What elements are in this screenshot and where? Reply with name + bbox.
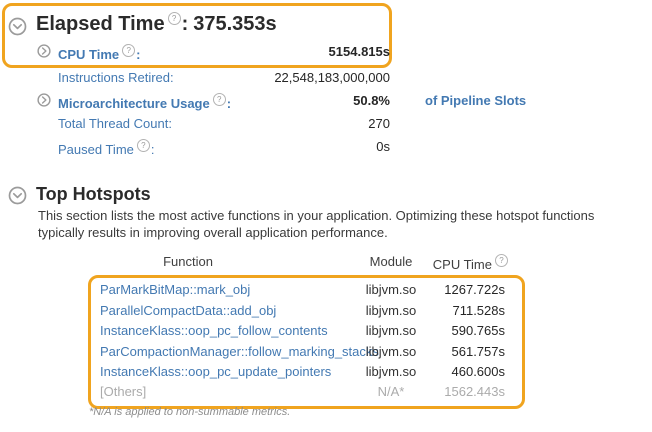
hotspots-table-header: Function Module CPU Time? [88, 254, 523, 270]
help-icon[interactable]: ? [137, 139, 150, 152]
na-footnote: *N/A is applied to non-summable metrics. [89, 406, 290, 418]
cpu-time-value: 5154.815s [329, 44, 390, 59]
help-icon[interactable]: ? [122, 44, 135, 57]
cpu-time-cell: 590.765s [452, 323, 506, 338]
microarchitecture-usage-label: Microarchitecture Usage?: [58, 93, 231, 111]
metric-row-total-thread-count: Total Thread Count: 270 [0, 116, 390, 132]
elapsed-time-label: Elapsed Time [36, 13, 165, 35]
microarchitecture-usage-value: 50.8% [353, 93, 390, 108]
elapsed-time-heading: Elapsed Time?:375.353s [36, 12, 277, 36]
cpu-time-label: CPU Time?: [58, 44, 141, 62]
help-icon[interactable]: ? [168, 12, 181, 25]
collapse-section-icon[interactable] [8, 17, 27, 41]
metric-label-text: Total Thread Count [58, 116, 168, 131]
metric-row-paused-time: Paused Time?: 0s [0, 139, 390, 155]
function-link[interactable]: ParCompactionManager::follow_marking_sta… [100, 344, 379, 359]
elapsed-time-value: 375.353s [193, 13, 276, 35]
table-row: InstanceKlass::oop_pc_follow_contents li… [88, 323, 523, 339]
metric-label-text: Instructions Retired [58, 70, 170, 85]
function-link[interactable]: InstanceKlass::oop_pc_update_pointers [100, 364, 331, 379]
column-header-cpu-time: CPU Time? [433, 254, 509, 272]
total-thread-count-label: Total Thread Count: [58, 116, 172, 131]
metric-row-microarchitecture-usage: Microarchitecture Usage?: 50.8% [0, 93, 390, 109]
paused-time-value: 0s [376, 139, 390, 154]
collapse-section-icon[interactable] [8, 186, 27, 210]
cpu-time-cell: 1267.722s [444, 282, 505, 297]
metric-label-text: Microarchitecture Usage [58, 96, 210, 111]
colon: : [151, 142, 155, 157]
help-icon[interactable]: ? [495, 254, 508, 267]
module-cell: libjvm.so [362, 303, 420, 318]
metric-row-instructions-retired: Instructions Retired: 22,548,183,000,000 [0, 70, 390, 86]
column-header-module: Module [362, 254, 420, 269]
table-row: InstanceKlass::oop_pc_update_pointers li… [88, 364, 523, 380]
help-icon[interactable]: ? [213, 93, 226, 106]
function-link[interactable]: ParallelCompactData::add_obj [100, 303, 276, 318]
metric-label-text: Paused Time [58, 142, 134, 157]
top-hotspots-heading: Top Hotspots [36, 184, 151, 205]
metric-label-text: CPU Time [58, 47, 119, 62]
cpu-time-cell: 561.757s [452, 344, 506, 359]
module-cell: libjvm.so [362, 344, 420, 359]
table-row-others: [Others] N/A* 1562.443s [88, 384, 523, 400]
metric-row-cpu-time: CPU Time?: 5154.815s [0, 44, 390, 60]
table-row: ParallelCompactData::add_obj libjvm.so 7… [88, 303, 523, 319]
colon: : [227, 96, 231, 111]
colon: : [136, 47, 140, 62]
cpu-time-cell: 711.528s [452, 303, 505, 318]
column-header-cpu-time-text: CPU Time [433, 257, 492, 272]
vtune-summary-page: Elapsed Time?:375.353s CPU Time?: 5154.8… [0, 0, 652, 432]
module-cell: libjvm.so [362, 282, 420, 297]
function-link[interactable]: InstanceKlass::oop_pc_follow_contents [100, 323, 328, 338]
module-cell: libjvm.so [362, 323, 420, 338]
paused-time-label: Paused Time?: [58, 139, 155, 157]
instructions-retired-value: 22,548,183,000,000 [274, 70, 390, 85]
total-thread-count-value: 270 [368, 116, 390, 131]
column-header-function: Function [100, 254, 276, 269]
module-cell: libjvm.so [362, 364, 420, 379]
table-row: ParMarkBitMap::mark_obj libjvm.so 1267.7… [88, 282, 523, 298]
pipeline-slots-link[interactable]: of Pipeline Slots [425, 93, 526, 108]
table-row: ParCompactionManager::follow_marking_sta… [88, 344, 523, 360]
colon: : [170, 70, 174, 85]
cpu-time-cell: 460.600s [452, 364, 506, 379]
colon: : [182, 13, 189, 35]
others-cell: [Others] [100, 384, 146, 399]
module-cell: N/A* [362, 384, 420, 399]
cpu-time-cell: 1562.443s [444, 384, 505, 399]
top-hotspots-description: This section lists the most active funct… [38, 208, 638, 241]
colon: : [168, 116, 172, 131]
function-link[interactable]: ParMarkBitMap::mark_obj [100, 282, 250, 297]
instructions-retired-label: Instructions Retired: [58, 70, 174, 85]
